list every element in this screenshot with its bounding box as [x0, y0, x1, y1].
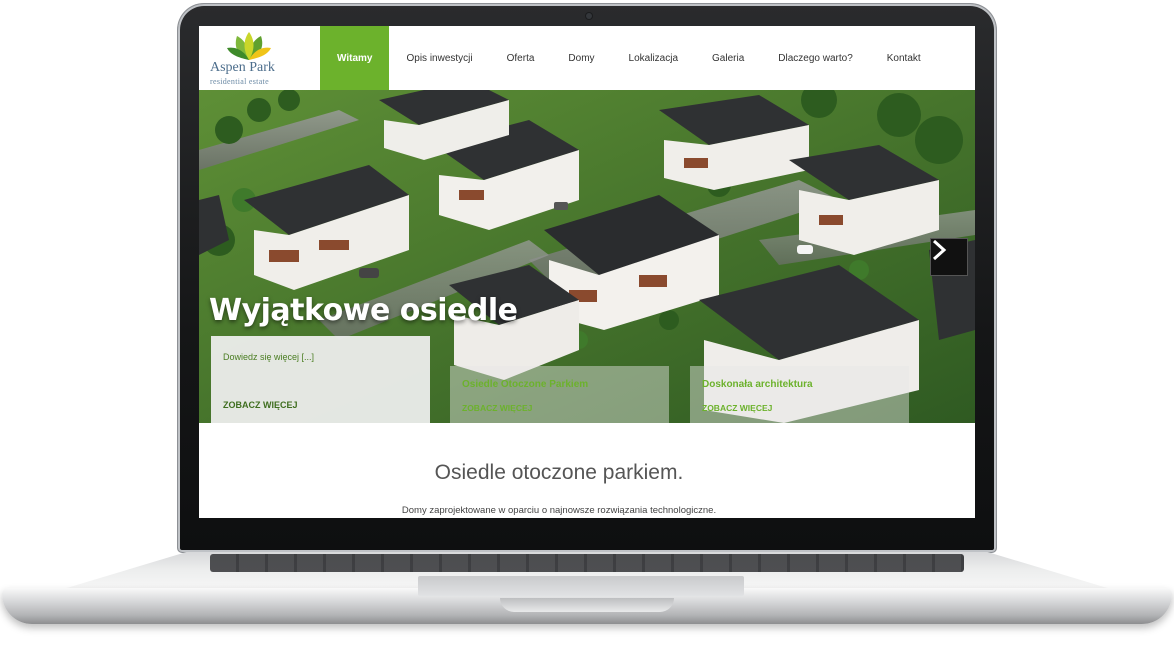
section-title: Osiedle otoczone parkiem. — [434, 461, 684, 484]
nav-item-lokalizacja[interactable]: Lokalizacja — [612, 26, 695, 90]
nav-item-oferta[interactable]: Oferta — [490, 26, 552, 90]
hero-card-more-info[interactable]: Dowiedz się więcej [...] ZOBACZ WIĘCEJ — [211, 336, 430, 423]
see-more-link[interactable]: ZOBACZ WIĘCEJ — [702, 403, 772, 413]
section-text: Domy zaprojektowane w oparciu o najnowsz… — [401, 505, 717, 516]
leaf-logo-icon — [227, 32, 271, 60]
nav-item-witamy[interactable]: Witamy — [320, 26, 390, 90]
laptop-base — [0, 540, 1174, 636]
site-header: Aspen Park residential estate Witamy Opi… — [199, 26, 975, 90]
nav-item-kontakt[interactable]: Kontakt — [870, 26, 938, 90]
slider-next-button[interactable] — [930, 238, 968, 276]
nav-item-galeria[interactable]: Galeria — [695, 26, 761, 90]
hero-card-park[interactable]: Osiedle Otoczone Parkiem ZOBACZ WIĘCEJ — [450, 366, 669, 423]
main-nav: Witamy Opis inwestycji Oferta Domy Lokal… — [320, 26, 938, 90]
see-more-link[interactable]: ZOBACZ WIĘCEJ — [223, 400, 298, 410]
website-screen: Aspen Park residential estate Witamy Opi… — [199, 26, 975, 518]
hero-card-architecture[interactable]: Doskonała architektura ZOBACZ WIĘCEJ — [690, 366, 909, 423]
hero-card-title: Dowiedz się więcej [...] — [223, 352, 315, 362]
nav-item-opis-inwestycji[interactable]: Opis inwestycji — [389, 26, 489, 90]
hero-card-title: Osiedle Otoczone Parkiem — [462, 379, 589, 390]
nav-item-dlaczego-warto[interactable]: Dlaczego warto? — [761, 26, 869, 90]
webcam — [586, 13, 592, 19]
see-more-link[interactable]: ZOBACZ WIĘCEJ — [462, 403, 532, 413]
chevron-right-icon — [932, 239, 947, 261]
lid-notch — [500, 598, 674, 612]
nav-item-domy[interactable]: Domy — [551, 26, 611, 90]
logo-name: Aspen Park — [210, 60, 275, 75]
trackpad — [418, 576, 744, 596]
hero-title: Wyjątkowe osiedle — [209, 293, 518, 328]
intro-section: Osiedle otoczone parkiem. Domy zaprojekt… — [199, 423, 975, 518]
logo-subtitle: residential estate — [210, 77, 269, 86]
hero-card-title: Doskonała architektura — [702, 379, 813, 390]
hero-slider: Wyjątkowe osiedle Dowiedz się więcej [..… — [199, 90, 975, 423]
logo[interactable]: Aspen Park residential estate — [207, 30, 307, 86]
keyboard — [210, 554, 964, 572]
